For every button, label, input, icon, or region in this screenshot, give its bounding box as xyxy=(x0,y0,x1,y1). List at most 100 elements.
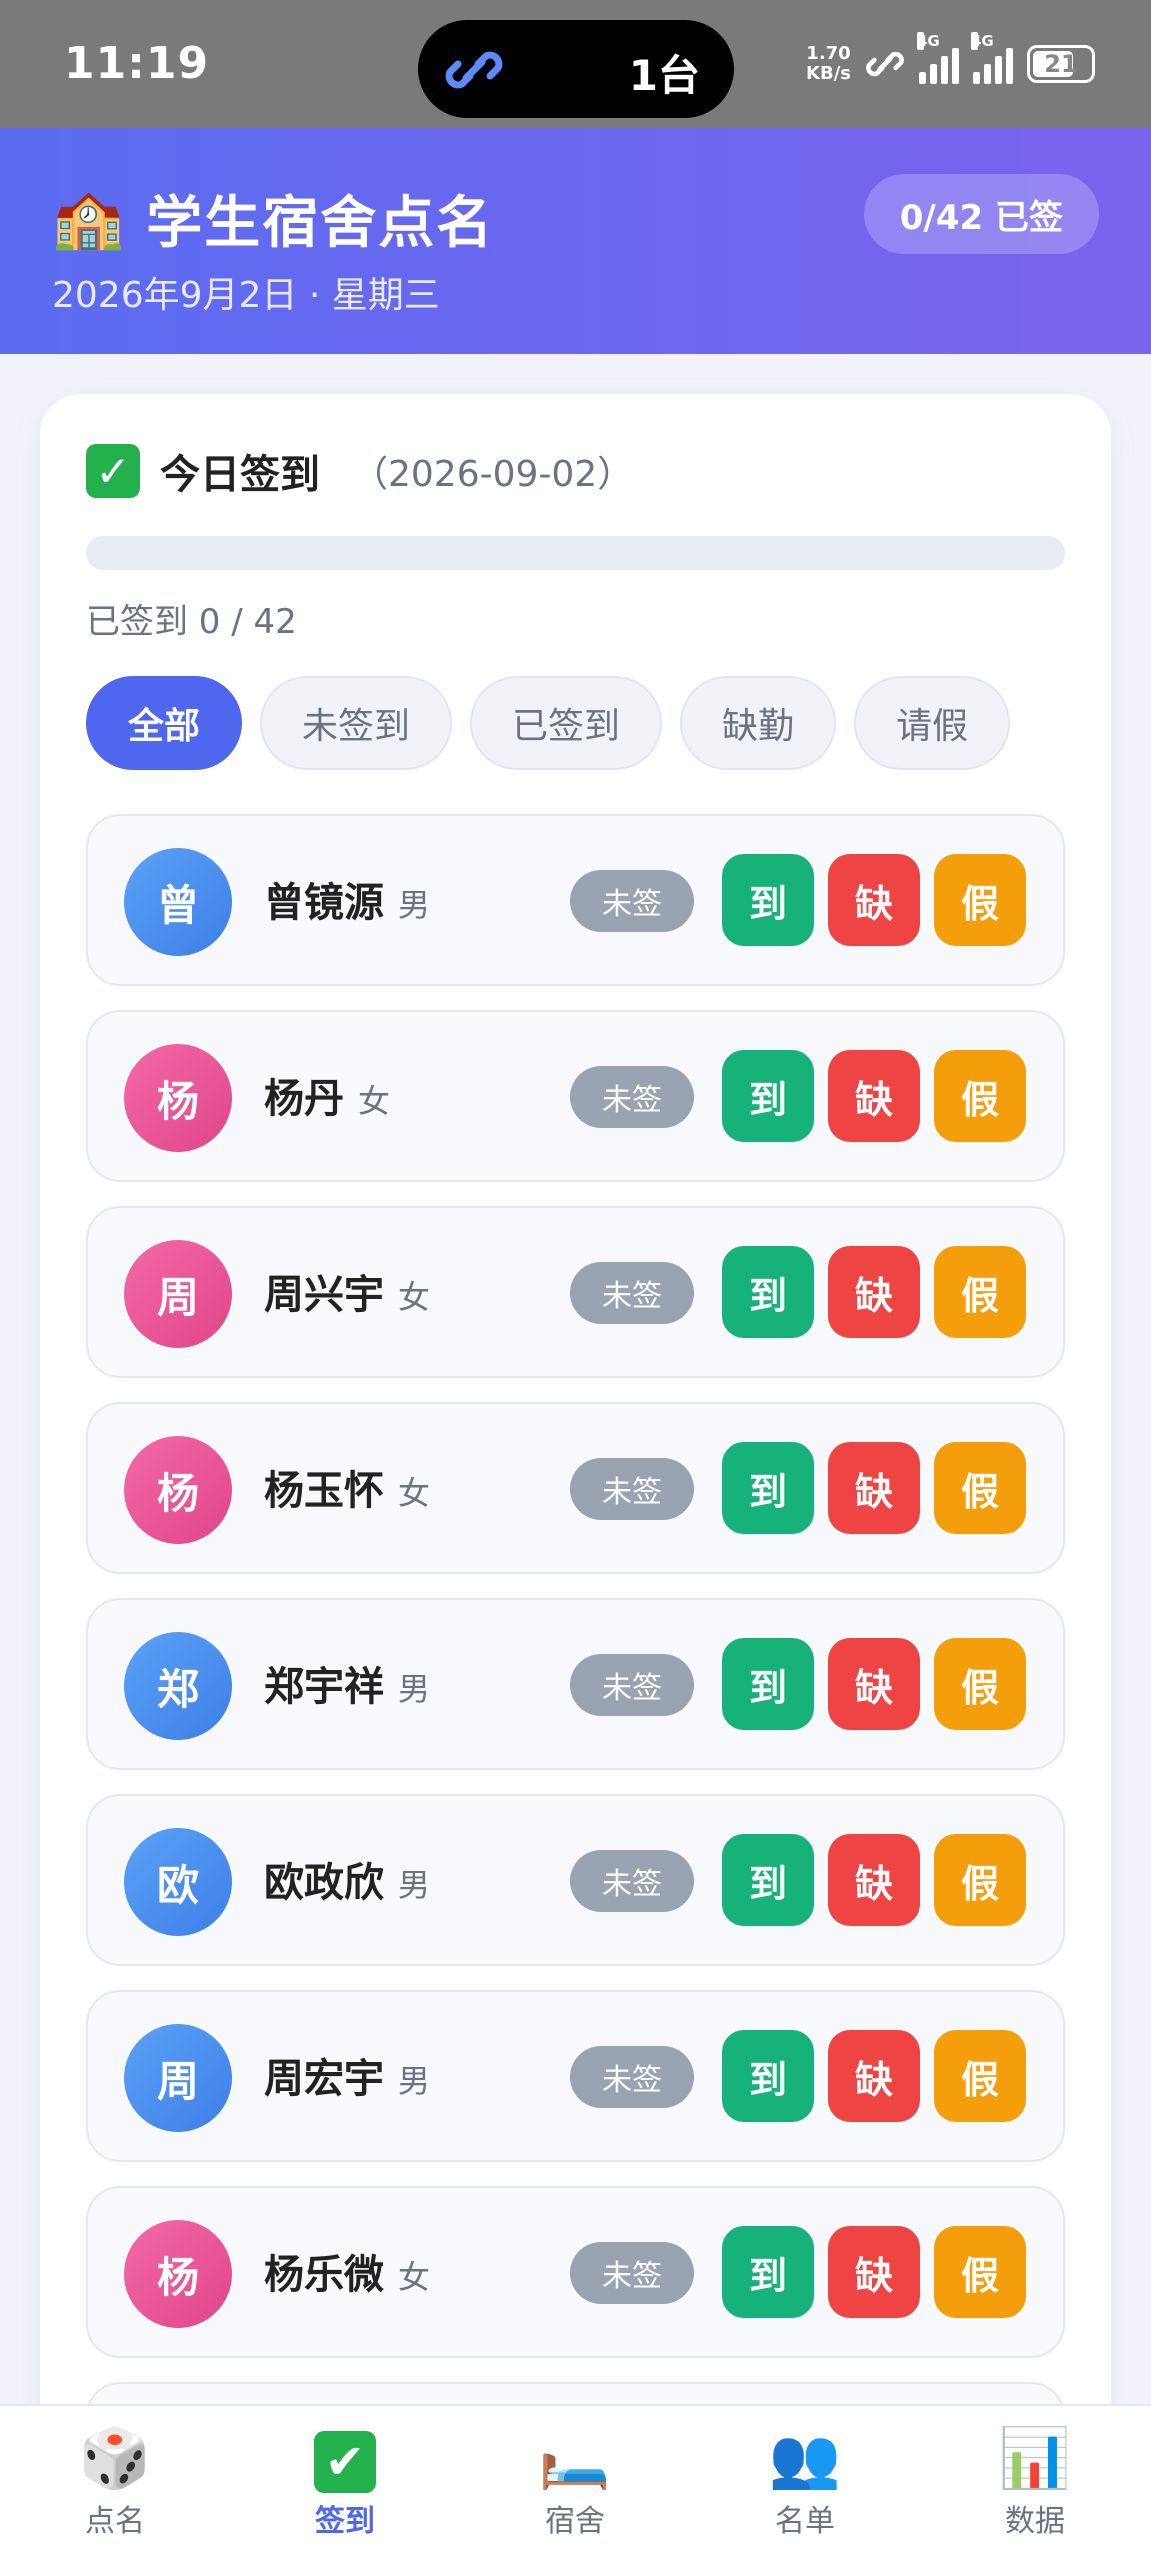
status-bar: 11:19 1台 1.70 KB/s 4G 4G 21 xyxy=(0,0,1151,128)
present-button[interactable]: 到 xyxy=(722,1834,814,1926)
student-name: 杨丹女 xyxy=(264,1076,391,1122)
avatar: 周 xyxy=(124,1240,232,1348)
dice-icon: 🎲 xyxy=(78,2424,152,2492)
student-name: 杨玉怀女 xyxy=(264,1468,431,1514)
status-badge: 未签 xyxy=(570,870,694,932)
header-date: 2026年9月2日 · 星期三 xyxy=(52,275,440,316)
absent-button[interactable]: 缺 xyxy=(828,1050,920,1142)
status-badge: 未签 xyxy=(570,1066,694,1128)
screen: 11:19 1台 1.70 KB/s 4G 4G 21 🏫 学生宿舍点名 202… xyxy=(0,0,1151,2560)
leave-button[interactable]: 假 xyxy=(934,854,1026,946)
leave-button[interactable]: 假 xyxy=(934,1246,1026,1338)
avatar: 郑 xyxy=(124,1632,232,1740)
student-row: 杨 杨丹女 未签 到 缺 假 xyxy=(86,1010,1065,1182)
checkin-progress-bar xyxy=(86,536,1065,570)
student-name: 曾镜源男 xyxy=(264,880,431,926)
nav-label: 名单 xyxy=(775,2504,835,2539)
nav-item-data[interactable]: 📊 数据 xyxy=(965,2424,1105,2540)
status-badge: 未签 xyxy=(570,1262,694,1324)
filter-leave[interactable]: 请假 xyxy=(854,676,1011,770)
present-button[interactable]: 到 xyxy=(722,1442,814,1534)
card-title-text: 今日签到 xyxy=(160,452,320,498)
status-badge: 未签 xyxy=(570,1654,694,1716)
present-button[interactable]: 到 xyxy=(722,2030,814,2122)
student-list: 曾 曾镜源男 未签 到 缺 假 杨 杨丹女 未签 到 缺 假 周 周兴宇女 未签… xyxy=(86,814,1065,2560)
bed-icon: 🛏️ xyxy=(538,2424,612,2492)
avatar: 欧 xyxy=(124,1828,232,1936)
island-text: 1台 xyxy=(628,51,700,100)
present-button[interactable]: 到 xyxy=(722,854,814,946)
nav-item-roster[interactable]: 👥 名单 xyxy=(735,2424,875,2540)
progress-text: 已签到 0 / 42 xyxy=(86,602,297,642)
status-badge: 未签 xyxy=(570,1850,694,1912)
leave-button[interactable]: 假 xyxy=(934,2226,1026,2318)
student-name: 周宏宇男 xyxy=(264,2056,431,2102)
nav-label: 签到 xyxy=(315,2504,375,2539)
app-header: 🏫 学生宿舍点名 2026年9月2日 · 星期三 0/42 已签 xyxy=(0,128,1151,354)
student-gender: 女 xyxy=(398,1474,431,1512)
leave-button[interactable]: 假 xyxy=(934,1834,1026,1926)
avatar: 周 xyxy=(124,2024,232,2132)
present-button[interactable]: 到 xyxy=(722,1246,814,1338)
filter-tabs: 全部 未签到 已签到 缺勤 请假 xyxy=(86,676,1011,770)
bottom-nav: 🎲 点名 ✔ 签到 🛏️ 宿舍 👥 名单 📊 数据 xyxy=(0,2404,1151,2560)
absent-button[interactable]: 缺 xyxy=(828,2030,920,2122)
checkin-card: ✓ 今日签到 （2026-09-02） 已签到 0 / 42 全部 未签到 已签… xyxy=(40,394,1111,2560)
card-title: ✓ 今日签到 （2026-09-02） xyxy=(86,442,633,500)
student-gender: 女 xyxy=(398,2258,431,2296)
nav-item-checkin[interactable]: ✔ 签到 xyxy=(275,2424,415,2540)
student-name: 欧政欣男 xyxy=(264,1860,431,1906)
avatar: 杨 xyxy=(124,1436,232,1544)
student-row: 欧 欧政欣男 未签 到 缺 假 xyxy=(86,1794,1065,1966)
page-title: 🏫 学生宿舍点名 xyxy=(52,178,494,259)
nav-item-rollcall[interactable]: 🎲 点名 xyxy=(45,2424,185,2540)
absent-button[interactable]: 缺 xyxy=(828,1442,920,1534)
link-icon xyxy=(866,51,904,77)
status-badge: 未签 xyxy=(570,2242,694,2304)
student-row: 杨 杨玉怀女 未签 到 缺 假 xyxy=(86,1402,1065,1574)
leave-button[interactable]: 假 xyxy=(934,1442,1026,1534)
filter-absent[interactable]: 缺勤 xyxy=(680,676,837,770)
absent-button[interactable]: 缺 xyxy=(828,1834,920,1926)
absent-button[interactable]: 缺 xyxy=(828,1246,920,1338)
battery-level: 21 xyxy=(1044,50,1078,78)
present-button[interactable]: 到 xyxy=(722,1050,814,1142)
student-gender: 女 xyxy=(398,1278,431,1316)
page-title-text: 学生宿舍点名 xyxy=(146,191,495,256)
status-badge: 未签 xyxy=(570,1458,694,1520)
present-button[interactable]: 到 xyxy=(722,1638,814,1730)
status-time: 11:19 xyxy=(64,38,210,89)
present-button[interactable]: 到 xyxy=(722,2226,814,2318)
check-icon: ✓ xyxy=(86,444,140,498)
absent-button[interactable]: 缺 xyxy=(828,1638,920,1730)
nav-label: 数据 xyxy=(1005,2504,1065,2539)
dynamic-island[interactable]: 1台 xyxy=(418,20,734,118)
cell-signal-icon: 4G xyxy=(971,32,1013,84)
nav-label: 宿舍 xyxy=(545,2504,605,2539)
filter-all[interactable]: 全部 xyxy=(86,676,243,770)
student-name: 郑宇祥男 xyxy=(264,1664,431,1710)
signed-count-badge: 0/42 已签 xyxy=(863,174,1099,254)
filter-unsigned[interactable]: 未签到 xyxy=(260,676,453,770)
bar-chart-icon: 📊 xyxy=(998,2424,1072,2492)
student-gender: 男 xyxy=(398,1670,431,1708)
network-speed: 1.70 KB/s xyxy=(806,43,851,84)
absent-button[interactable]: 缺 xyxy=(828,2226,920,2318)
avatar: 曾 xyxy=(124,848,232,956)
filter-signed[interactable]: 已签到 xyxy=(470,676,663,770)
student-gender: 男 xyxy=(398,886,431,924)
check-icon: ✔ xyxy=(275,2424,415,2493)
status-badge: 未签 xyxy=(570,2046,694,2108)
student-row: 周 周宏宇男 未签 到 缺 假 xyxy=(86,1990,1065,2162)
leave-button[interactable]: 假 xyxy=(934,1050,1026,1142)
student-row: 曾 曾镜源男 未签 到 缺 假 xyxy=(86,814,1065,986)
absent-button[interactable]: 缺 xyxy=(828,854,920,946)
battery-icon: 21 xyxy=(1027,45,1095,83)
leave-button[interactable]: 假 xyxy=(934,2030,1026,2122)
avatar: 杨 xyxy=(124,1044,232,1152)
nav-label: 点名 xyxy=(85,2504,145,2539)
student-gender: 女 xyxy=(358,1082,391,1120)
leave-button[interactable]: 假 xyxy=(934,1638,1026,1730)
nav-item-dorm[interactable]: 🛏️ 宿舍 xyxy=(505,2424,645,2540)
avatar: 杨 xyxy=(124,2220,232,2328)
